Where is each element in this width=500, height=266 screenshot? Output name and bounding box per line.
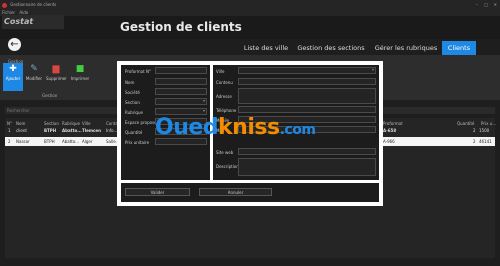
edit-button[interactable]: ✎ Modifier <box>24 63 44 91</box>
plus-icon: ✚ <box>9 64 17 74</box>
label-siteweb: Site web <box>216 150 234 155</box>
cell: Info... <box>106 128 118 133</box>
nom-field[interactable] <box>155 78 207 85</box>
watermark-part2: kniss <box>218 115 280 140</box>
print-button[interactable]: ■ Imprimer <box>70 63 90 91</box>
cell: 2 <box>473 139 476 144</box>
col-header-proformat[interactable]: Proformat <box>383 121 403 126</box>
label-telephone: Téléphone <box>216 108 237 113</box>
delete-button[interactable]: ▆ Supprimer <box>46 63 67 91</box>
arrow-left-icon: ← <box>10 39 19 50</box>
label-rubrique: Rubrique <box>125 110 143 115</box>
label-prix: Prix unitaire <box>125 140 150 145</box>
label-quantite: Quantité <box>125 130 143 135</box>
col-header-quantite[interactable]: Quantité <box>457 121 474 126</box>
cell: client <box>16 128 27 133</box>
edit-icon: ✎ <box>30 64 38 74</box>
section-select[interactable] <box>155 98 207 105</box>
cell: Abatto... <box>62 139 80 144</box>
app-header <box>0 16 500 39</box>
cell: Nassar <box>16 139 30 144</box>
cell: BTPH <box>44 139 55 144</box>
cell: A-658 <box>383 128 397 133</box>
cell: 2 <box>473 128 476 133</box>
societe-field[interactable] <box>155 88 207 95</box>
window-title: Gestionnaire de clients <box>10 2 57 7</box>
tab-clients[interactable]: Clients <box>442 41 476 55</box>
cell: Abatto... <box>62 128 82 133</box>
description-field[interactable] <box>238 158 376 176</box>
label-ville: Ville <box>216 69 225 74</box>
print-label: Imprimer <box>70 76 90 81</box>
minimize-button[interactable]: – <box>476 0 478 9</box>
label-contenu: Contenu <box>216 80 233 85</box>
cell: Alger <box>82 139 93 144</box>
cell: BTPH <box>44 128 57 133</box>
col-header-prix[interactable]: Prix u... <box>481 121 496 126</box>
printer-icon: ■ <box>75 64 85 74</box>
add-button[interactable]: ✚ Ajouter <box>3 63 23 91</box>
label-espace: Espace proposé <box>125 120 157 125</box>
label-description: Description <box>216 164 239 169</box>
watermark-part3: .com <box>279 122 316 138</box>
ville-select[interactable] <box>238 67 376 74</box>
window-titlebar: Gestionnaire de clients – □ ✕ <box>0 0 500 9</box>
watermark-logo: Ouedkniss.com <box>155 115 316 140</box>
col-header-nom[interactable]: Nom <box>16 121 25 126</box>
label-nom: Nom <box>125 80 135 85</box>
cell: A-966 <box>383 139 395 144</box>
tab-liste-ville[interactable]: Liste des ville <box>241 41 291 55</box>
col-header-num[interactable]: N° <box>7 121 12 126</box>
col-header-ville[interactable]: Ville <box>82 121 90 126</box>
col-header-section[interactable]: Section <box>44 121 59 126</box>
tab-rubriques[interactable]: Gérer les rubriques <box>372 41 440 55</box>
cell: 46141 <box>479 139 492 144</box>
page-title: Gestion de clients <box>120 20 242 34</box>
siteweb-field[interactable] <box>238 148 376 155</box>
rubrique-select[interactable] <box>155 108 207 115</box>
label-adresse: Adresse <box>216 94 232 99</box>
logo: Costat <box>2 15 64 29</box>
edit-label: Modifier <box>25 76 43 81</box>
cell: Tlemcen <box>82 128 101 133</box>
label-proformat: Proformat N° <box>125 69 151 74</box>
cell: 1 <box>8 128 11 133</box>
ribbon-group-label: Gestion <box>42 93 58 98</box>
col-header-rubrique[interactable]: Rubrique <box>62 121 80 126</box>
label-societe: Société <box>125 90 140 95</box>
tab-sections[interactable]: Gestion des sections <box>295 41 367 55</box>
cell: 1500 <box>479 128 490 133</box>
back-button[interactable]: ← <box>8 38 21 51</box>
cell: 2 <box>8 139 11 144</box>
label-section: Section <box>125 100 140 105</box>
menu-bar: Fichier Aide <box>0 9 500 16</box>
app-icon <box>2 2 7 8</box>
trash-icon: ▆ <box>52 64 60 74</box>
cancel-button[interactable]: Annuler <box>199 188 272 196</box>
validate-button[interactable]: Valider <box>125 188 190 196</box>
maximize-button[interactable]: □ <box>484 0 488 9</box>
add-label: Ajouter <box>5 76 21 81</box>
proformat-field[interactable] <box>155 67 207 74</box>
telephone-field[interactable] <box>238 106 376 113</box>
contenu-field[interactable] <box>238 78 376 85</box>
watermark-part1: Oued <box>155 115 219 140</box>
adresse-field[interactable] <box>238 88 376 104</box>
delete-label: Supprimer <box>46 76 67 81</box>
close-button[interactable]: ✕ <box>494 0 497 9</box>
